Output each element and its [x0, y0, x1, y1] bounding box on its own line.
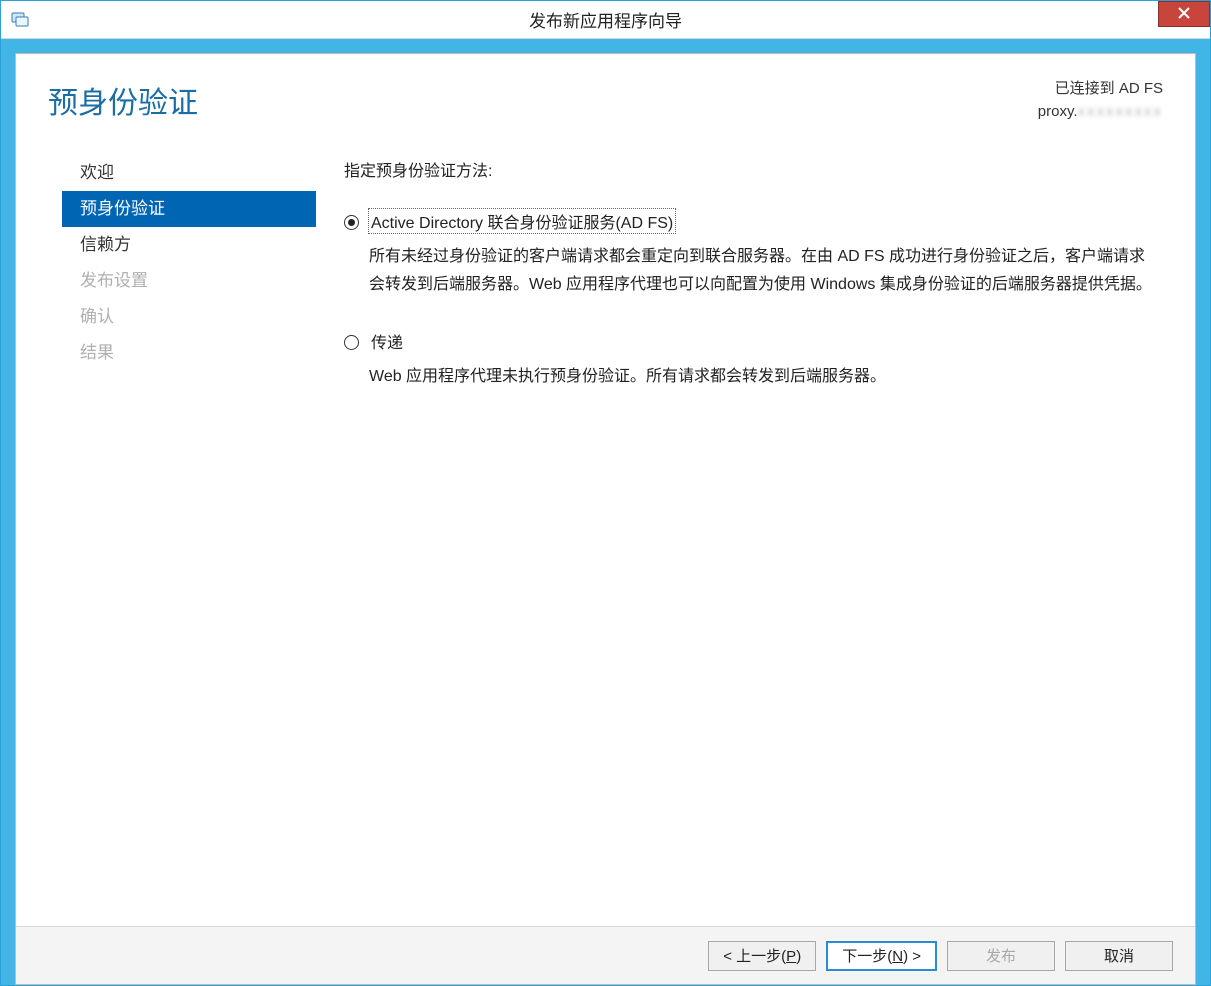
radio-passthrough-description: Web 应用程序代理未执行预身份验证。所有请求都会转发到后端服务器。: [369, 363, 1159, 391]
wizard-steps: 欢迎 预身份验证 信赖方 发布设置 确认 结果: [62, 155, 316, 926]
step-publishsettings: 发布设置: [62, 263, 316, 299]
radio-adfs-description: 所有未经过身份验证的客户端请求都会重定向到联合服务器。在由 AD FS 成功进行…: [369, 243, 1159, 299]
publish-button: 发布: [947, 941, 1055, 971]
window-title: 发布新应用程序向导: [1, 7, 1210, 32]
radio-adfs-label[interactable]: Active Directory 联合身份验证服务(AD FS): [369, 209, 675, 233]
next-button[interactable]: 下一步(N) >: [826, 941, 937, 971]
status-hostname-blurred: xxxxxxxxx: [1078, 103, 1164, 120]
radio-adfs[interactable]: [344, 215, 359, 230]
step-welcome[interactable]: 欢迎: [62, 155, 316, 191]
connection-status: 已连接到 AD FS proxy.xxxxxxxxx: [1038, 78, 1163, 123]
panel-body: 欢迎 预身份验证 信赖方 发布设置 确认 结果 指定预身份验证方法: Activ…: [16, 149, 1195, 926]
close-icon: [1178, 6, 1190, 23]
previous-button[interactable]: < 上一步(P): [708, 941, 816, 971]
app-icon: [11, 11, 29, 29]
content-area: 指定预身份验证方法: Active Directory 联合身份验证服务(AD …: [316, 149, 1195, 926]
preauth-method-group: Active Directory 联合身份验证服务(AD FS) 所有未经过身份…: [344, 209, 1159, 391]
titlebar: 发布新应用程序向导: [1, 1, 1210, 39]
status-line2: proxy.xxxxxxxxx: [1038, 101, 1163, 124]
page-title: 预身份验证: [48, 78, 198, 123]
step-preauth[interactable]: 预身份验证: [62, 191, 316, 227]
option-passthrough[interactable]: 传递 Web 应用程序代理未执行预身份验证。所有请求都会转发到后端服务器。: [344, 329, 1159, 391]
step-confirm: 确认: [62, 299, 316, 335]
wizard-frame: 预身份验证 已连接到 AD FS proxy.xxxxxxxxx 欢迎 预身份验…: [1, 39, 1210, 985]
wizard-panel: 预身份验证 已连接到 AD FS proxy.xxxxxxxxx 欢迎 预身份验…: [15, 53, 1196, 985]
panel-header: 预身份验证 已连接到 AD FS proxy.xxxxxxxxx: [16, 54, 1195, 149]
radio-passthrough-label[interactable]: 传递: [369, 329, 405, 353]
instruction-text: 指定预身份验证方法:: [344, 157, 1159, 181]
option-adfs[interactable]: Active Directory 联合身份验证服务(AD FS) 所有未经过身份…: [344, 209, 1159, 299]
step-relyingparty[interactable]: 信赖方: [62, 227, 316, 263]
wizard-window: 发布新应用程序向导 预身份验证 已连接到 AD FS proxy.xxxxxxx…: [0, 0, 1211, 986]
step-result: 结果: [62, 335, 316, 371]
status-line1: 已连接到 AD FS: [1038, 78, 1163, 101]
wizard-footer: < 上一步(P) 下一步(N) > 发布 取消: [16, 926, 1195, 984]
cancel-button[interactable]: 取消: [1065, 941, 1173, 971]
radio-passthrough[interactable]: [344, 335, 359, 350]
close-button[interactable]: [1158, 1, 1210, 27]
